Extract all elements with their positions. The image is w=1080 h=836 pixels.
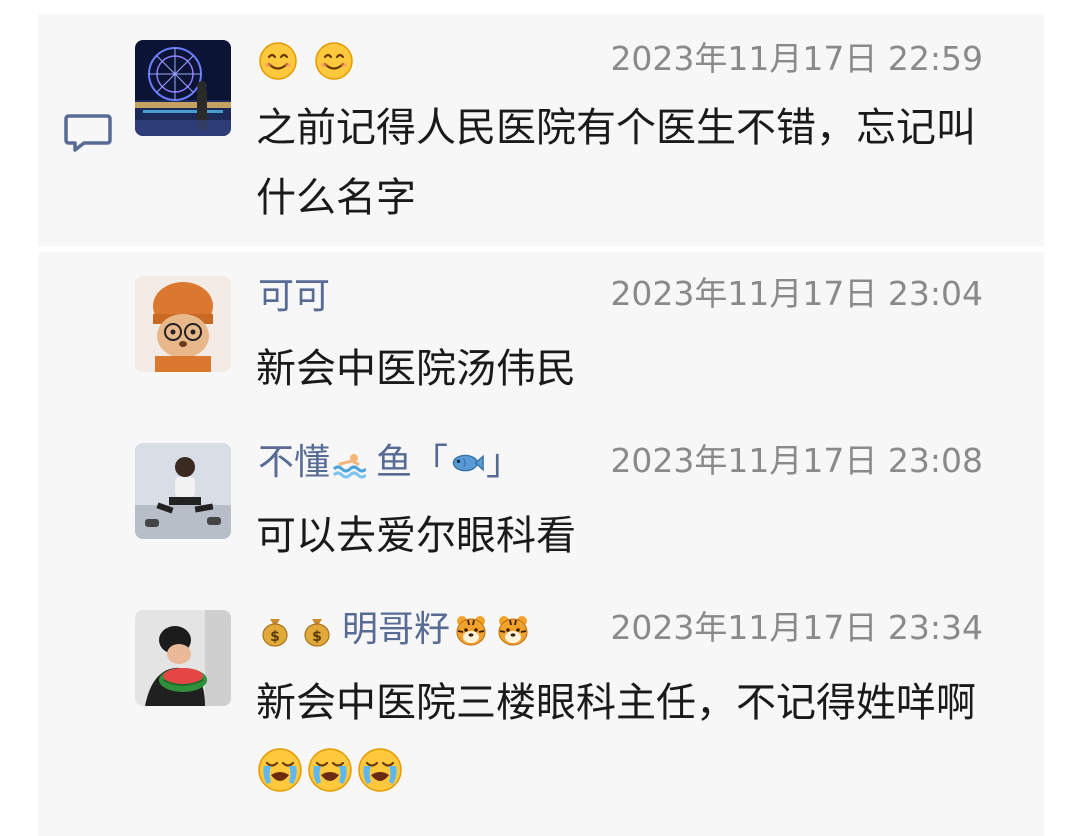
smiling-face-emoji bbox=[314, 41, 354, 81]
reply-timestamp: 2023年11月17日 23:04 bbox=[610, 274, 983, 313]
reply-text: 可以去爱尔眼科看 bbox=[256, 513, 576, 559]
svg-text:$: $ bbox=[270, 629, 280, 645]
post-text: 之前记得人民医院有个医生不错，忘记叫什么名字 bbox=[256, 105, 976, 221]
comment-bubble-icon[interactable] bbox=[64, 113, 112, 153]
crying-emoji bbox=[356, 746, 404, 794]
crying-emoji bbox=[256, 746, 304, 794]
reply-timestamp: 2023年11月17日 23:34 bbox=[610, 608, 983, 647]
tiger-face-emoji bbox=[454, 613, 488, 647]
reply-author-name[interactable]: $ $ 明哥籽 bbox=[258, 607, 538, 653]
tiger-face-emoji bbox=[496, 613, 530, 647]
post-author-name[interactable] bbox=[258, 38, 370, 84]
reply-text: 新会中医院汤伟民 bbox=[256, 346, 576, 392]
avatar[interactable] bbox=[135, 610, 231, 706]
avatar[interactable] bbox=[135, 276, 231, 372]
avatar[interactable] bbox=[135, 443, 231, 539]
reply-text: 新会中医院三楼眼科主任，不记得姓咩啊 bbox=[256, 668, 986, 808]
reply-timestamp: 2023年11月17日 23:08 bbox=[610, 441, 983, 480]
reply-text-body: 新会中医院三楼眼科主任，不记得姓咩啊 bbox=[256, 680, 976, 726]
post-timestamp: 2023年11月17日 22:59 bbox=[610, 39, 983, 78]
money-bag-emoji: $ bbox=[258, 613, 292, 647]
money-bag-emoji: $ bbox=[300, 613, 334, 647]
svg-text:$: $ bbox=[312, 629, 322, 645]
fish-emoji bbox=[450, 446, 484, 480]
smiling-face-emoji bbox=[258, 41, 298, 81]
avatar[interactable] bbox=[135, 40, 231, 136]
reply-author-name[interactable]: 可可 bbox=[258, 274, 330, 320]
crying-emoji bbox=[306, 746, 354, 794]
swimmer-emoji bbox=[332, 446, 367, 480]
divider bbox=[38, 246, 1044, 252]
reply-author-name[interactable]: 不懂 鱼「 」 bbox=[258, 440, 522, 486]
